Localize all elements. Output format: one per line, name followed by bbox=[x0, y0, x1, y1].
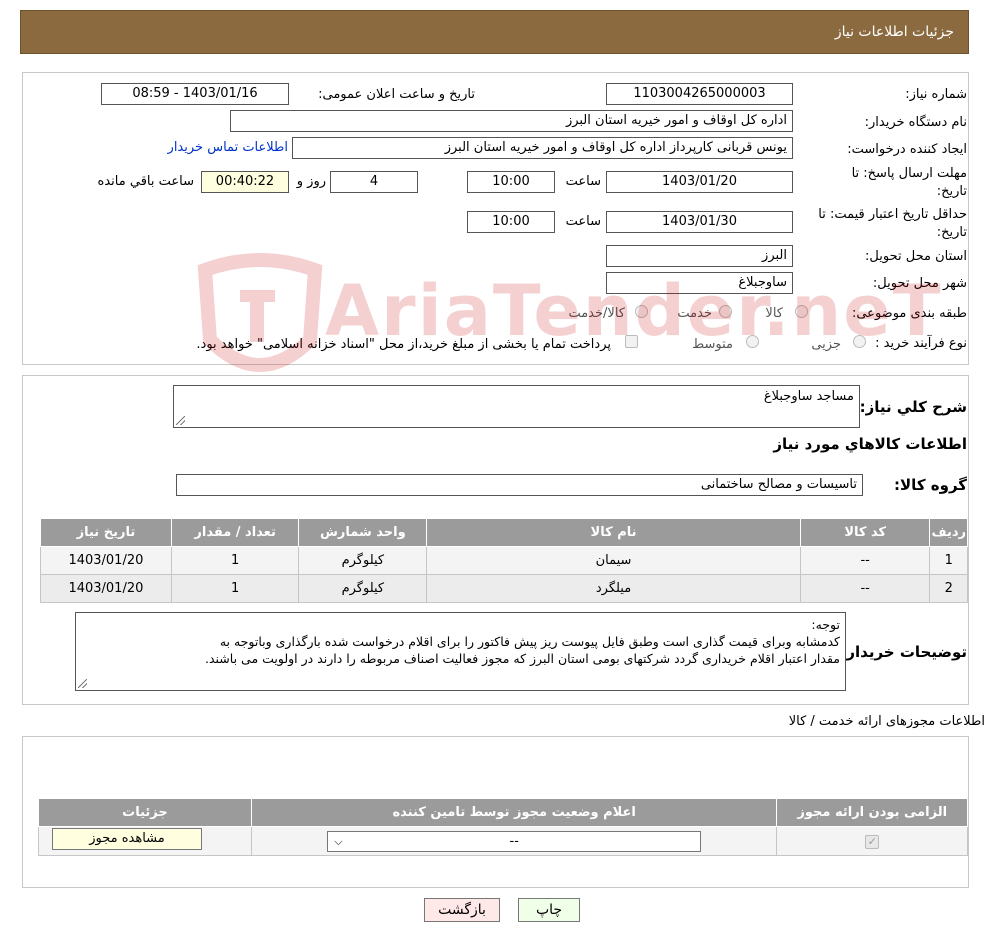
days-remaining-field: 4 bbox=[330, 171, 418, 193]
cell-need-date: 1403/01/20 bbox=[40, 546, 172, 575]
buyer-notes-line2: کدمشابه وبرای قیمت گذاری است وطبق فایل پ… bbox=[219, 634, 840, 649]
cell-code: -- bbox=[799, 574, 931, 603]
goods-group-label: گروه کالا: bbox=[894, 476, 967, 494]
col-permit-details: جزئیات bbox=[38, 798, 252, 827]
col-permit-required: الزامی بودن ارائه مجوز bbox=[776, 798, 968, 827]
announce-datetime-field: 1403/01/16 - 08:59 bbox=[101, 83, 289, 105]
category-option-goods-service: کالا/خدمت bbox=[568, 306, 625, 321]
table-row: 1 -- سیمان کیلوگرم 1 1403/01/20 bbox=[40, 546, 968, 575]
permit-status-value: -- bbox=[509, 833, 519, 849]
cell-quantity: 1 bbox=[170, 574, 300, 603]
buyer-notes-field: توجه: کدمشابه وبرای قیمت گذاری است وطبق … bbox=[75, 612, 846, 691]
process-option-medium: متوسط bbox=[692, 337, 733, 352]
col-need-date: تاریخ نیاز bbox=[40, 518, 172, 547]
announce-datetime-label: تاریخ و ساعت اعلان عمومی: bbox=[318, 87, 475, 102]
process-radio-medium[interactable] bbox=[746, 335, 759, 348]
col-unit: واحد شمارش bbox=[298, 518, 428, 547]
buyer-org-field: اداره کل اوقاف و امور خیریه استان البرز bbox=[230, 110, 793, 132]
category-label: طبقه بندی موضوعی: bbox=[851, 306, 967, 321]
process-option-minor: جزیی bbox=[811, 337, 841, 352]
deadline-label-line2: تاریخ: bbox=[936, 184, 967, 199]
col-name: نام کالا bbox=[426, 518, 801, 547]
category-radio-service[interactable] bbox=[719, 305, 732, 318]
cell-code: -- bbox=[799, 546, 931, 575]
goods-table: ردیف کد کالا نام کالا واحد شمارش تعداد /… bbox=[40, 518, 968, 603]
deadline-time-label: ساعت bbox=[565, 174, 601, 189]
summary-text: مساجد ساوجبلاغ bbox=[763, 389, 854, 404]
resize-grip-icon[interactable] bbox=[78, 679, 87, 688]
permit-required-checkbox: ✓ bbox=[865, 834, 880, 849]
process-type-label: نوع فرآیند خرید : bbox=[875, 336, 967, 351]
permits-table: الزامی بودن ارائه مجوز اعلام وضعیت مجوز … bbox=[38, 798, 968, 856]
buyer-notes-line3: مقدار اعتبار اقلام خریداری گردد شرکتهای … bbox=[204, 651, 840, 666]
process-radio-minor[interactable] bbox=[853, 335, 866, 348]
city-label: شهر محل تحویل: bbox=[872, 276, 967, 291]
buyer-notes-line1: توجه: bbox=[811, 617, 840, 632]
page-header: جزئیات اطلاعات نیاز bbox=[20, 10, 969, 54]
table-row: 2 -- میلگرد کیلوگرم 1 1403/01/20 bbox=[40, 574, 968, 603]
buyer-org-label: نام دستگاه خریدار: bbox=[864, 115, 967, 130]
deadline-date-field: 1403/01/20 bbox=[606, 171, 793, 193]
price-validity-time-field: 10:00 bbox=[467, 211, 555, 233]
cell-row: 1 bbox=[929, 546, 968, 575]
treasury-payment-checkbox[interactable] bbox=[625, 335, 638, 348]
cell-unit: کیلوگرم bbox=[298, 574, 428, 603]
chevron-down-icon: ⌵ bbox=[334, 834, 343, 848]
deadline-label-line1: مهلت ارسال پاسخ: تا bbox=[851, 166, 967, 181]
treasury-payment-note: پرداخت تمام یا بخشی از مبلغ خرید،از محل … bbox=[196, 337, 611, 352]
summary-field: مساجد ساوجبلاغ bbox=[173, 385, 860, 428]
cell-name: سیمان bbox=[426, 546, 801, 575]
time-remaining-label: ساعت باقي مانده bbox=[97, 174, 194, 189]
buyer-notes-label: توضیحات خریدار: bbox=[840, 643, 967, 661]
deadline-time-field: 10:00 bbox=[467, 171, 555, 193]
back-button[interactable]: بازگشت bbox=[424, 898, 500, 922]
resize-grip-icon[interactable] bbox=[176, 416, 185, 425]
goods-table-header: ردیف کد کالا نام کالا واحد شمارش تعداد /… bbox=[40, 518, 968, 547]
cell-permit-details: مشاهده مجوز bbox=[38, 826, 252, 856]
cell-permit-status: -- ⌵ bbox=[250, 826, 778, 856]
cell-need-date: 1403/01/20 bbox=[40, 574, 172, 603]
days-label: روز و bbox=[296, 174, 326, 189]
page-title: جزئیات اطلاعات نیاز bbox=[834, 24, 954, 40]
price-validity-time-label: ساعت bbox=[565, 214, 601, 229]
category-option-service: خدمت bbox=[677, 306, 712, 321]
creator-label: ایجاد کننده درخواست: bbox=[847, 142, 967, 157]
province-field: البرز bbox=[606, 245, 793, 267]
category-radio-goods-service[interactable] bbox=[635, 305, 648, 318]
price-validity-label-line1: حداقل تاریخ اعتبار قیمت: تا bbox=[818, 207, 967, 222]
need-number-field: 1103004265000003 bbox=[606, 83, 793, 105]
col-permit-status: اعلام وضعیت مجوز توسط تامین کننده bbox=[250, 798, 778, 827]
cell-unit: کیلوگرم bbox=[298, 546, 428, 575]
province-label: استان محل تحویل: bbox=[865, 249, 967, 264]
goods-group-field: تاسیسات و مصالح ساختمانی bbox=[176, 474, 863, 496]
time-remaining-field: 00:40:22 bbox=[201, 171, 289, 193]
cell-name: میلگرد bbox=[426, 574, 801, 603]
creator-field: یونس قربانی کارپرداز اداره کل اوقاف و ام… bbox=[292, 137, 793, 159]
view-permit-button[interactable]: مشاهده مجوز bbox=[51, 828, 202, 850]
need-number-label: شماره نیاز: bbox=[905, 87, 967, 102]
goods-info-title: اطلاعات کالاهاي مورد نياز bbox=[773, 435, 967, 453]
cell-permit-required: ✓ bbox=[776, 826, 968, 856]
table-row: ✓ -- ⌵ مشاهده مجوز bbox=[38, 826, 968, 856]
deadline-label: مهلت ارسال پاسخ: تا تاریخ: bbox=[852, 165, 967, 201]
cell-row: 2 bbox=[929, 574, 968, 603]
permits-table-header: الزامی بودن ارائه مجوز اعلام وضعیت مجوز … bbox=[38, 798, 968, 827]
category-radio-goods[interactable] bbox=[795, 305, 808, 318]
city-field: ساوجبلاغ bbox=[606, 272, 793, 294]
summary-label: شرح کلي نياز: bbox=[859, 398, 967, 416]
price-validity-date-field: 1403/01/30 bbox=[606, 211, 793, 233]
price-validity-label: حداقل تاریخ اعتبار قیمت: تا تاریخ: bbox=[818, 206, 967, 242]
category-option-goods: کالا bbox=[765, 306, 783, 321]
permits-title: اطلاعات مجوزهای ارائه خدمت / کالا bbox=[788, 714, 985, 729]
col-code: کد کالا bbox=[799, 518, 931, 547]
print-button[interactable]: چاپ bbox=[518, 898, 580, 922]
permit-status-select[interactable]: -- ⌵ bbox=[327, 830, 702, 852]
col-quantity: تعداد / مقدار bbox=[170, 518, 300, 547]
cell-quantity: 1 bbox=[170, 546, 300, 575]
buyer-contact-link[interactable]: اطلاعات تماس خریدار bbox=[168, 140, 288, 155]
col-row: ردیف bbox=[929, 518, 968, 547]
price-validity-label-line2: تاریخ: bbox=[936, 225, 967, 240]
